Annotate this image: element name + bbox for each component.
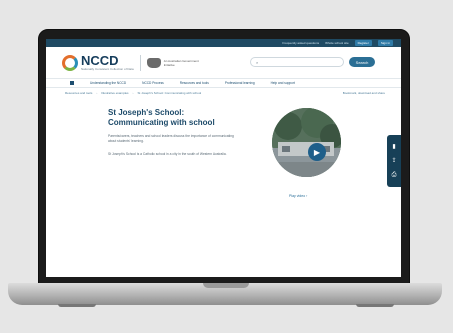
search-input[interactable]: ⌕	[250, 57, 344, 67]
breadcrumb-separator: ›	[96, 91, 98, 95]
register-button[interactable]: Register	[354, 40, 372, 46]
logo-ring-icon	[62, 54, 78, 71]
nav-item-resources[interactable]: Resources and tools	[180, 81, 209, 85]
nav-item-help[interactable]: Help and support	[271, 81, 295, 85]
search-icon: ⌕	[256, 59, 259, 65]
page-title: St Joseph's School: Communicating with s…	[108, 108, 215, 127]
faq-link[interactable]: Frequently asked questions	[282, 41, 319, 45]
play-button[interactable]: ▶	[308, 143, 326, 161]
laptop-foot-left	[58, 304, 96, 307]
home-icon[interactable]	[70, 81, 74, 85]
play-icon: ▶	[313, 147, 321, 157]
chevron-right-icon: ›	[306, 194, 308, 198]
nav-item-learning[interactable]: Professional learning	[225, 81, 255, 85]
share-link[interactable]: Bookmark, download and share	[343, 91, 401, 95]
whole-school-link[interactable]: Whole school site	[325, 41, 349, 45]
breadcrumb-item[interactable]: Resources and tools	[65, 91, 92, 95]
government-badge: An Australian Government Initiative	[146, 57, 204, 68]
browser-viewport: Frequently asked questions Whole school …	[46, 39, 401, 277]
print-icon[interactable]: ⎙	[392, 172, 397, 178]
nccd-logo[interactable]: NCCD Nationally Consistent Collection of…	[62, 52, 134, 71]
coat-of-arms-icon	[146, 57, 161, 68]
breadcrumb-current: St Joseph's School: Communicating with s…	[137, 91, 202, 95]
breadcrumb-item[interactable]: Illustrative examples	[101, 91, 128, 95]
play-video-link[interactable]: Play video ›	[289, 194, 307, 198]
logo-subtitle: Nationally Consistent Collection of Data	[81, 66, 134, 71]
school-description: St Joseph's School is a Catholic school …	[108, 152, 227, 156]
intro-paragraph: Parents/carers, teachers and school lead…	[108, 134, 234, 143]
logo-wordmark: NCCD	[81, 52, 119, 68]
header-divider	[139, 54, 141, 71]
page-content: St Joseph's School: Communicating with s…	[46, 98, 401, 277]
laptop-foot-right	[356, 304, 394, 307]
laptop-notch	[203, 283, 249, 288]
page-tools: ▮ ⇪ ⎙	[387, 135, 401, 187]
search-button[interactable]: Search	[349, 57, 375, 67]
bookmark-icon[interactable]: ▮	[392, 144, 395, 150]
share-icon[interactable]: ⇪	[391, 158, 396, 164]
sign-in-button[interactable]: Sign in	[377, 40, 393, 46]
school-photo	[272, 108, 341, 177]
utility-bar: Frequently asked questions Whole school …	[46, 39, 401, 47]
nav-item-understanding[interactable]: Understanding the NCCD	[90, 81, 126, 85]
government-text: An Australian Government Initiative	[163, 58, 199, 67]
site-header: NCCD Nationally Consistent Collection of…	[46, 47, 401, 78]
breadcrumb-separator: ›	[132, 91, 134, 95]
nav-item-process[interactable]: NCCD Process	[142, 81, 164, 85]
breadcrumb: Resources and tools › Illustrative examp…	[46, 88, 401, 98]
main-nav: Understanding the NCCD NCCD Process Reso…	[46, 78, 401, 88]
video-thumbnail[interactable]	[272, 108, 341, 177]
